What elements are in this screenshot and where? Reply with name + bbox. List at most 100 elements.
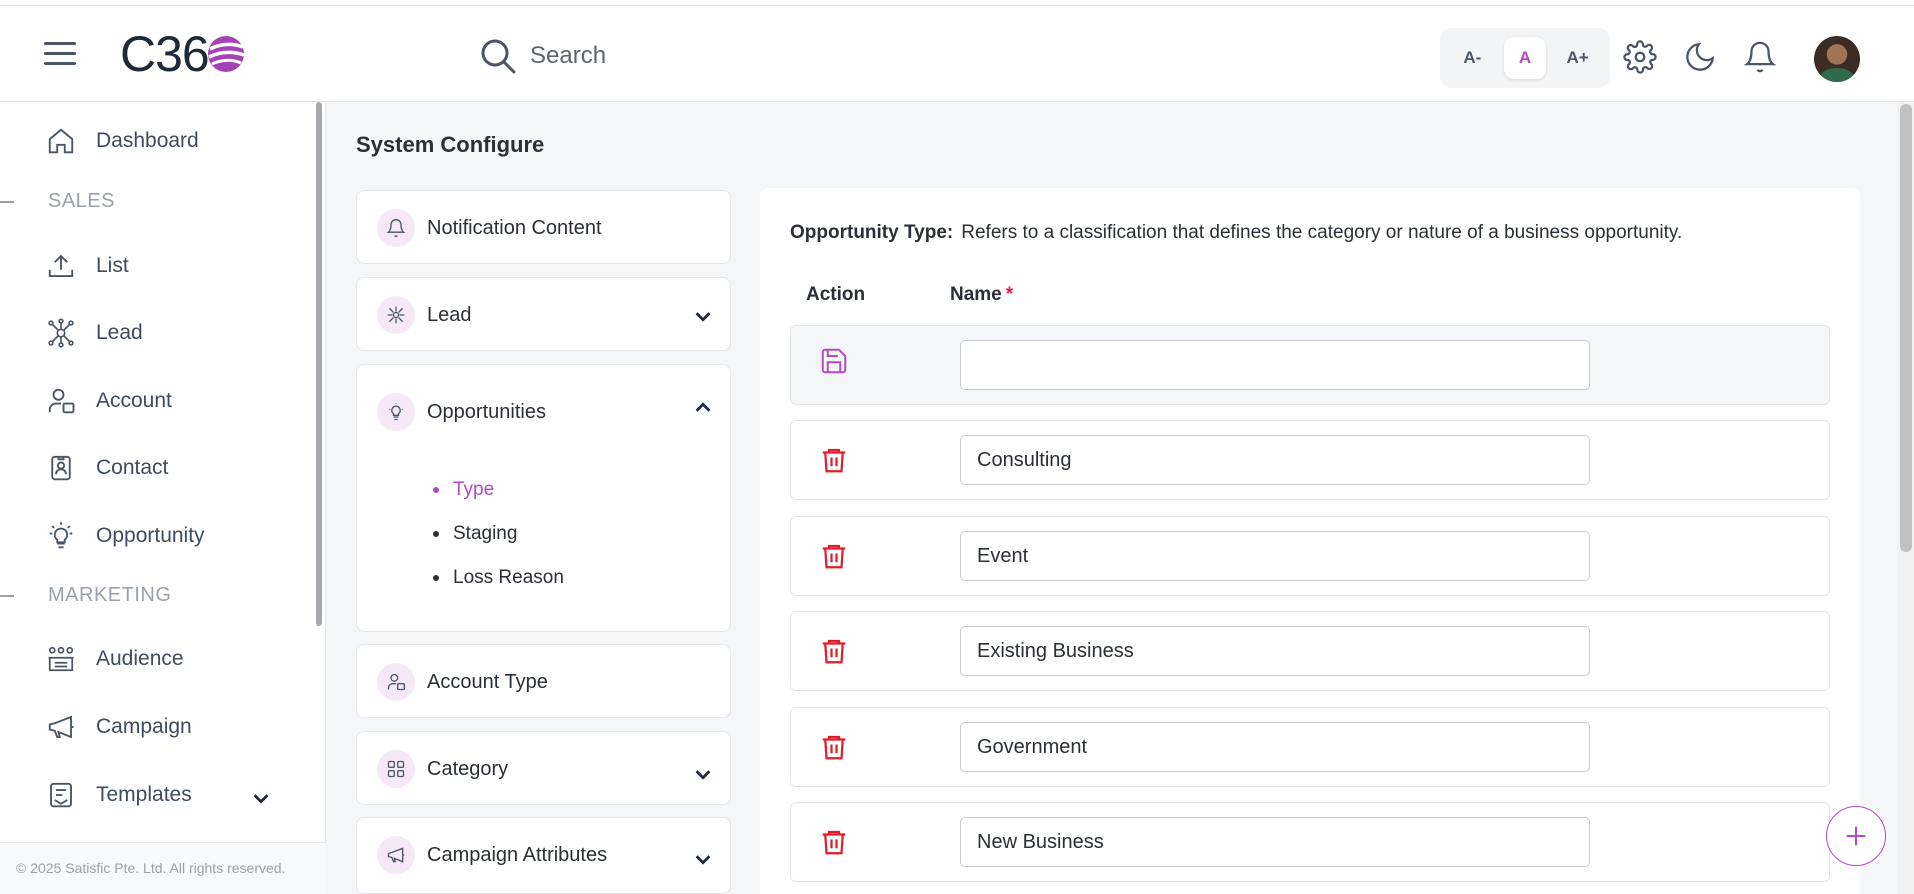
search-icon[interactable] [478, 36, 518, 76]
name-input[interactable] [960, 722, 1590, 772]
user-account-icon [48, 388, 75, 414]
sidebar-item-contact[interactable]: Contact [46, 448, 168, 488]
upload-icon [48, 254, 74, 277]
sidebar-item-templates[interactable]: Templates [46, 775, 192, 815]
config-card-header: Notification Content [377, 191, 602, 265]
megaphone-icon [377, 836, 415, 874]
sidebar-item-opportunity[interactable]: Opportunity [46, 516, 205, 556]
sidebar-item-label: Account [96, 389, 172, 412]
name-input[interactable] [960, 817, 1590, 867]
config-card-campaign-attributes[interactable]: Campaign Attributes [356, 817, 731, 894]
trash-icon[interactable] [819, 636, 849, 666]
moon-icon[interactable] [1683, 40, 1717, 74]
plus-icon [1846, 826, 1866, 846]
submenu-item-type[interactable]: Type [433, 468, 564, 512]
name-input[interactable] [960, 531, 1590, 581]
network-icon [48, 318, 74, 348]
description-text: Refers to a classification that defines … [961, 222, 1683, 243]
config-card-opportunities[interactable]: Opportunities Type Staging Loss Reason [356, 364, 731, 632]
sidebar-item-audience[interactable]: Audience [46, 639, 184, 679]
config-card-lead[interactable]: Lead [356, 277, 731, 351]
user-avatar[interactable] [1814, 36, 1860, 82]
logo[interactable]: C36 [120, 26, 247, 82]
name-input[interactable] [960, 435, 1590, 485]
save-icon[interactable] [819, 346, 849, 376]
opportunities-submenu: Type Staging Loss Reason [433, 468, 564, 600]
config-card-label: Category [427, 757, 509, 780]
table-row [790, 707, 1830, 787]
chevron-down-icon[interactable] [692, 763, 714, 785]
table-row [790, 420, 1830, 500]
font-default-button[interactable]: A [1503, 37, 1546, 79]
config-card-account-type[interactable]: Account Type [356, 644, 731, 718]
submenu-item-staging[interactable]: Staging [433, 512, 564, 556]
user-account-icon [377, 663, 415, 701]
sidebar-item-label: Lead [96, 321, 143, 344]
add-button[interactable] [1826, 806, 1886, 866]
lightbulb-icon [377, 393, 415, 431]
panel-description: Opportunity Type: Refers to a classificat… [790, 222, 1682, 244]
font-decrease-button[interactable]: A- [1451, 37, 1493, 79]
table-row [790, 516, 1830, 596]
font-increase-button[interactable]: A+ [1557, 37, 1599, 79]
column-header-name: Name * [950, 284, 1013, 306]
bell-icon [377, 209, 415, 247]
sidebar-item-label: Contact [96, 456, 169, 479]
group-icon [48, 646, 74, 672]
page-title: System Configure [356, 132, 545, 157]
sidebar-item-label: Opportunity [96, 524, 205, 547]
description-label: Opportunity Type: [790, 222, 954, 243]
sidebar-item-dashboard[interactable]: Dashboard [46, 121, 199, 161]
app-header: C36 A- A A+ [0, 6, 1914, 102]
bell-icon[interactable] [1743, 40, 1777, 74]
home-icon [48, 128, 74, 154]
sidebar-item-label: Dashboard [96, 129, 199, 152]
section-dash [0, 595, 14, 597]
sidebar-item-list[interactable]: List [46, 246, 129, 286]
sidebar-item-account[interactable]: Account [46, 381, 172, 421]
sidebar-item-label: Audience [96, 647, 184, 670]
config-card-header: Campaign Attributes [377, 818, 607, 892]
new-entry-row [790, 325, 1830, 405]
new-name-input[interactable] [960, 340, 1590, 390]
config-card-header: Opportunities [377, 375, 546, 449]
column-header-action: Action [806, 284, 866, 305]
submenu-item-loss-reason[interactable]: Loss Reason [433, 556, 564, 600]
config-card-label: Campaign Attributes [427, 843, 608, 866]
sidebar-item-label: Templates [96, 783, 192, 806]
megaphone-icon [48, 715, 74, 739]
network-icon [377, 296, 415, 334]
config-card-label: Account Type [427, 670, 548, 693]
logo-text: C36 [120, 26, 210, 82]
trash-icon[interactable] [819, 732, 849, 762]
gear-icon[interactable] [1623, 40, 1657, 74]
sidebar-scrollbar[interactable] [316, 102, 322, 626]
column-header-name-label: Name [950, 284, 1002, 305]
font-size-switcher: A- A A+ [1440, 28, 1610, 88]
config-card-label: Opportunities [427, 400, 546, 423]
name-input[interactable] [960, 626, 1590, 676]
sidebar-section-marketing: MARKETING [48, 584, 172, 606]
sidebar-item-label: List [96, 254, 129, 277]
config-card-notification[interactable]: Notification Content [356, 190, 731, 264]
config-card-category[interactable]: Category [356, 731, 731, 805]
config-card-header: Lead [377, 278, 472, 352]
lightbulb-icon [49, 522, 73, 549]
contact-card-icon [51, 455, 71, 481]
page-scrollbar-thumb[interactable] [1900, 104, 1912, 552]
chevron-down-icon[interactable] [692, 305, 714, 327]
chevron-up-icon[interactable] [692, 397, 714, 419]
menu-toggle-icon[interactable] [44, 42, 76, 66]
sidebar-item-label: Campaign [96, 715, 192, 738]
trash-icon[interactable] [819, 827, 849, 857]
section-dash [0, 201, 14, 203]
sidebar-item-lead[interactable]: Lead [46, 313, 143, 353]
table-row [790, 611, 1830, 691]
trash-icon[interactable] [819, 541, 849, 571]
chevron-down-icon[interactable] [692, 848, 714, 870]
chevron-down-icon[interactable] [250, 787, 272, 809]
config-card-header: Category [377, 732, 508, 806]
search-input[interactable] [530, 36, 950, 76]
trash-icon[interactable] [819, 445, 849, 475]
sidebar-item-campaign[interactable]: Campaign [46, 707, 192, 747]
